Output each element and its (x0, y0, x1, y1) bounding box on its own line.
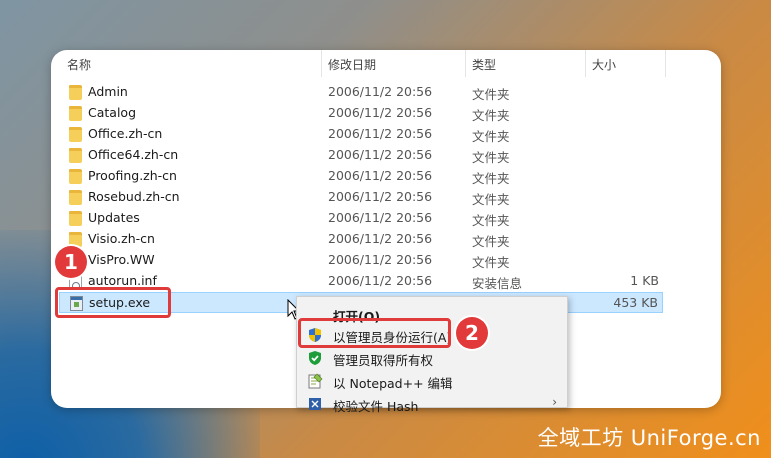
column-header-size[interactable]: 大小 (592, 56, 616, 73)
folder-icon (69, 148, 82, 163)
sort-caret-icon: ˄ (187, 50, 192, 58)
folder-icon (69, 85, 82, 100)
folder-icon (69, 127, 82, 142)
file-name: VisPro.WW (88, 252, 155, 267)
file-date: 2006/11/2 20:56 (328, 189, 433, 204)
file-date: 2006/11/2 20:56 (328, 252, 433, 267)
column-divider[interactable] (465, 50, 466, 77)
file-size: 1 KB (630, 273, 659, 288)
folder-icon (69, 232, 82, 247)
file-date: 2006/11/2 20:56 (328, 147, 433, 162)
hash-icon (309, 398, 321, 410)
file-date: 2006/11/2 20:56 (328, 231, 433, 246)
file-type: 文件夹 (472, 192, 510, 207)
file-row[interactable]: Office.zh-cn 2006/11/2 20:56 文件夹 (59, 124, 663, 145)
file-size: 453 KB (613, 295, 658, 310)
file-row[interactable]: VisPro.WW 2006/11/2 20:56 文件夹 (59, 250, 663, 271)
file-row[interactable]: Visio.zh-cn 2006/11/2 20:56 文件夹 (59, 229, 663, 250)
step-2-badge: 2 (456, 317, 488, 349)
file-name: Visio.zh-cn (88, 231, 155, 246)
menu-item-take-ownership[interactable]: 管理员取得所有权 (297, 347, 567, 369)
file-type: 文件夹 (472, 108, 510, 123)
file-name: Rosebud.zh-cn (88, 189, 180, 204)
column-header-name[interactable]: 名称 (67, 56, 91, 73)
watermark-text: 全域工坊 UniForge.cn (537, 426, 761, 450)
step-1-badge: 1 (55, 246, 87, 278)
run-as-admin-highlight-box (298, 318, 451, 348)
file-date: 2006/11/2 20:56 (328, 210, 433, 225)
file-type: 文件夹 (472, 234, 510, 249)
column-header-type[interactable]: 类型 (472, 56, 496, 73)
menu-item-file-hash[interactable]: 校验文件 Hash › (297, 393, 567, 415)
file-name: Office.zh-cn (88, 126, 163, 141)
file-type: 文件夹 (472, 129, 510, 144)
folder-icon (69, 169, 82, 184)
menu-item-notepad-plus-plus[interactable]: 以 Notepad++ 编辑 (297, 370, 567, 392)
column-header-bar: ˄ 名称 修改日期 类型 大小 (51, 50, 721, 77)
file-row[interactable]: Updates 2006/11/2 20:56 文件夹 (59, 208, 663, 229)
file-name: Admin (88, 84, 128, 99)
file-row[interactable]: Admin 2006/11/2 20:56 文件夹 (59, 82, 663, 103)
setup-highlight-box (55, 287, 171, 318)
file-type: 文件夹 (472, 213, 510, 228)
file-name: autorun.inf (88, 273, 157, 288)
file-type: 文件夹 (472, 255, 510, 270)
file-row[interactable]: Proofing.zh-cn 2006/11/2 20:56 文件夹 (59, 166, 663, 187)
file-type: 文件夹 (472, 171, 510, 186)
file-row[interactable]: Rosebud.zh-cn 2006/11/2 20:56 文件夹 (59, 187, 663, 208)
folder-icon (69, 190, 82, 205)
file-date: 2006/11/2 20:56 (328, 273, 433, 288)
file-date: 2006/11/2 20:56 (328, 105, 433, 120)
menu-item-label: 管理员取得所有权 (333, 353, 434, 368)
file-date: 2006/11/2 20:56 (328, 126, 433, 141)
column-divider[interactable] (321, 50, 322, 77)
submenu-arrow-icon: › (552, 395, 557, 409)
folder-icon (69, 106, 82, 121)
notepad-plus-plus-icon (308, 373, 323, 389)
file-type: 文件夹 (472, 87, 510, 102)
file-name: Updates (88, 210, 140, 225)
menu-item-label: 以 Notepad++ 编辑 (333, 376, 453, 391)
file-date: 2006/11/2 20:56 (328, 168, 433, 183)
green-shield-icon (309, 351, 321, 365)
column-divider[interactable] (665, 50, 666, 77)
context-menu: 打开(O) 以管理员身份运行(A) 管理员取得所有权 以 Notepad++ 编… (296, 296, 568, 414)
column-divider[interactable] (585, 50, 586, 77)
file-type: 文件夹 (472, 150, 510, 165)
file-row[interactable]: Office64.zh-cn 2006/11/2 20:56 文件夹 (59, 145, 663, 166)
column-header-date[interactable]: 修改日期 (328, 56, 376, 73)
folder-icon (69, 211, 82, 226)
file-name: Catalog (88, 105, 137, 120)
menu-item-label: 校验文件 Hash (333, 399, 419, 414)
file-name: Office64.zh-cn (88, 147, 179, 162)
file-name: Proofing.zh-cn (88, 168, 177, 183)
file-row[interactable]: Catalog 2006/11/2 20:56 文件夹 (59, 103, 663, 124)
file-type: 安装信息 (472, 276, 523, 291)
file-date: 2006/11/2 20:56 (328, 84, 433, 99)
